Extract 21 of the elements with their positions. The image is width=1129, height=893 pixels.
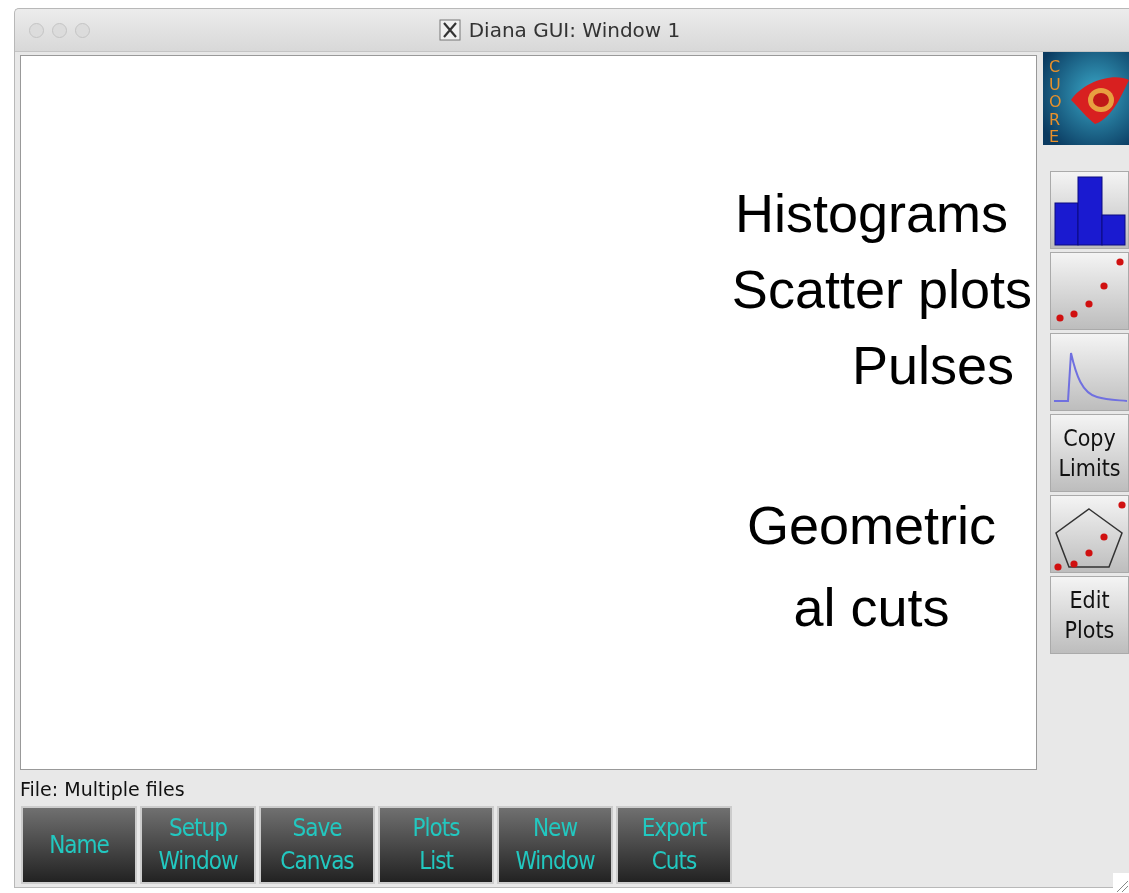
status-text: File: Multiple files — [20, 778, 186, 800]
tool-button[interactable]: Edit Plots — [1050, 576, 1129, 654]
histogram-icon — [1052, 173, 1127, 247]
annotation-text: Pulses — [851, 334, 1014, 396]
toolbar-button[interactable]: Export Cuts — [616, 806, 732, 884]
toolbar-button[interactable]: Name — [21, 806, 137, 884]
toolbar-button[interactable]: Plots List — [378, 806, 494, 884]
logo-text: CUORE — [1049, 58, 1063, 146]
tool-button[interactable]: Copy Limits — [1050, 414, 1129, 492]
plot-type-button[interactable] — [1050, 495, 1129, 573]
annotation-text: Geometric al cuts — [746, 494, 996, 639]
plot-type-button[interactable] — [1050, 252, 1129, 330]
window-title: Diana GUI: Window 1 — [468, 18, 681, 42]
toolbar-button[interactable]: Setup Window — [140, 806, 256, 884]
toolbar-button[interactable]: Save Canvas — [259, 806, 375, 884]
annotation-text: Histograms — [734, 182, 1008, 244]
toolbar-button[interactable]: New Window — [497, 806, 613, 884]
x-icon — [438, 19, 461, 41]
annotation-text: Scatter plots — [731, 258, 1032, 320]
plot-type-button[interactable] — [1050, 171, 1129, 249]
resize-grip-icon[interactable] — [1113, 873, 1129, 893]
